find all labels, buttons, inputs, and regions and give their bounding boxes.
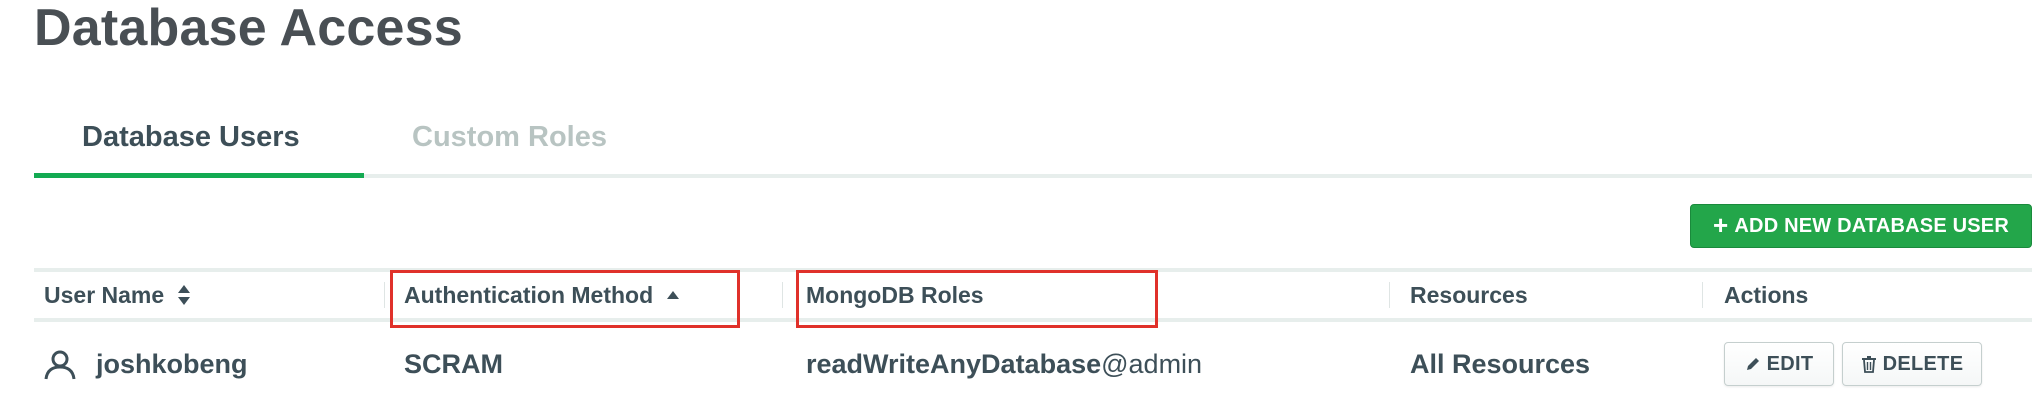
column-divider (384, 282, 385, 308)
tab-bar: Database Users Custom Roles (34, 108, 2032, 178)
add-new-database-user-button[interactable]: + ADD NEW DATABASE USER (1690, 204, 2032, 248)
column-divider (1389, 282, 1390, 308)
role-database: @admin (1101, 349, 1203, 379)
tab-custom-roles[interactable]: Custom Roles (364, 108, 607, 174)
database-access-page: Database Access Database Users Custom Ro… (0, 0, 2036, 408)
trash-icon (1861, 356, 1876, 373)
auth-method-cell: SCRAM (404, 349, 503, 379)
table-header-row: User Name Authentication Method MongoDB … (34, 268, 2032, 328)
table-row: joshkobeng SCRAM readWriteAnyDatabase@ad… (34, 322, 2032, 408)
highlight-mongodb-roles (796, 270, 1158, 328)
database-users-table: User Name Authentication Method MongoDB … (34, 268, 2032, 408)
page-title: Database Access (34, 0, 463, 57)
tab-database-users[interactable]: Database Users (34, 108, 364, 178)
column-header-resources[interactable]: Resources (1410, 272, 1528, 318)
column-header-actions: Actions (1724, 282, 1809, 308)
delete-button-label: DELETE (1882, 352, 1964, 375)
sort-both-icon (177, 284, 190, 305)
resources-cell: All Resources (1410, 349, 1591, 379)
highlight-authentication-method (390, 270, 740, 328)
plus-icon: + (1713, 210, 1729, 240)
edit-button-label: EDIT (1766, 352, 1814, 375)
column-divider (1702, 282, 1703, 308)
column-divider (782, 282, 783, 308)
edit-user-button[interactable]: EDIT (1724, 342, 1834, 386)
add-new-database-user-label: ADD NEW DATABASE USER (1734, 214, 2009, 237)
user-icon (44, 350, 76, 380)
mongodb-roles-cell: readWriteAnyDatabase@admin (806, 322, 1202, 408)
column-header-user-name[interactable]: User Name (44, 272, 191, 318)
column-header-label: User Name (44, 282, 165, 308)
delete-user-button[interactable]: DELETE (1842, 342, 1982, 386)
role-name: readWriteAnyDatabase (806, 349, 1102, 379)
pencil-icon (1746, 358, 1759, 370)
user-name-cell: joshkobeng (96, 349, 248, 379)
